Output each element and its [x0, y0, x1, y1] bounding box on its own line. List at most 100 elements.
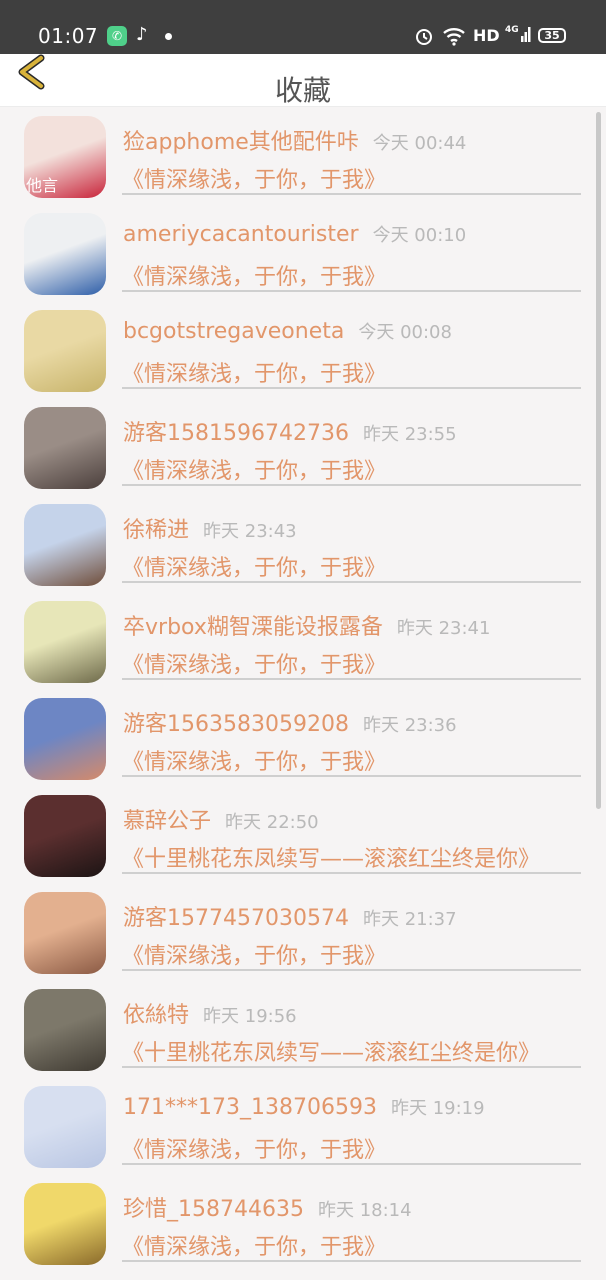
user-name[interactable]: 猃apphome其他配件咔: [123, 130, 359, 155]
avatar[interactable]: [24, 698, 106, 780]
user-name[interactable]: bcgotstregaveoneta: [123, 319, 344, 344]
list-item[interactable]: bcgotstregaveoneta 今天 00:08 《情深缘浅，于你，于我》: [0, 300, 606, 397]
timestamp: 今天 00:08: [358, 322, 452, 343]
avatar[interactable]: [24, 989, 106, 1071]
user-name[interactable]: 慕辞公子: [123, 809, 211, 834]
signal-icon: 4G: [505, 22, 531, 50]
list-item[interactable]: 珍惜_158744635 昨天 18:14 《情深缘浅，于你，于我》: [0, 1173, 606, 1270]
user-name[interactable]: 珍惜_158744635: [123, 1197, 304, 1222]
message-title[interactable]: 《情深缘浅，于你，于我》: [122, 1229, 386, 1261]
avatar[interactable]: [24, 1183, 106, 1265]
message-title[interactable]: 《情深缘浅，于你，于我》: [122, 647, 386, 679]
avatar[interactable]: [24, 407, 106, 489]
avatar[interactable]: [24, 795, 106, 877]
name-line: 卒vrbox糊智溧能设报露备 昨天 23:41: [123, 609, 490, 641]
app-header: 收藏: [0, 54, 606, 107]
name-line: 慕辞公子 昨天 22:50: [123, 803, 319, 835]
avatar[interactable]: [24, 310, 106, 392]
svg-text:4G: 4G: [505, 25, 519, 35]
divider: [122, 290, 581, 292]
wifi-icon: [442, 26, 466, 50]
avatar[interactable]: [24, 213, 106, 295]
name-line: 依絲特 昨天 19:56: [123, 997, 297, 1029]
message-title[interactable]: 《情深缘浅，于你，于我》: [122, 162, 386, 194]
avatar[interactable]: [24, 601, 106, 683]
list-item[interactable]: 游客1581596742736 昨天 23:55 《情深缘浅，于你，于我》: [0, 397, 606, 494]
phone-icon: ✆: [107, 26, 127, 46]
divider: [122, 193, 581, 195]
name-line: 游客1563583059208 昨天 23:36: [123, 706, 457, 738]
name-line: 游客1581596742736 昨天 23:55: [123, 415, 457, 447]
list-item[interactable]: 徐稀进 昨天 23:43 《情深缘浅，于你，于我》: [0, 494, 606, 591]
divider: [122, 775, 581, 777]
name-line: 游客1577457030574 昨天 21:37: [123, 900, 457, 932]
divider: [122, 1260, 581, 1262]
timestamp: 昨天 23:36: [362, 715, 457, 736]
battery-icon: 35: [538, 28, 566, 43]
timestamp: 昨天 19:19: [390, 1098, 485, 1119]
page-title: 收藏: [274, 74, 331, 107]
name-line: 171***173_138706593 昨天 19:19: [123, 1094, 485, 1120]
user-name[interactable]: 卒vrbox糊智溧能设报露备: [123, 615, 383, 640]
user-name[interactable]: 游客1563583059208: [123, 712, 349, 737]
list-item[interactable]: 游客1577457030574 昨天 21:37 《情深缘浅，于你，于我》: [0, 882, 606, 979]
divider: [122, 1163, 581, 1165]
notification-dot-icon: [165, 33, 172, 40]
divider: [122, 678, 581, 680]
list-item[interactable]: 171***173_138706593 昨天 19:19 《情深缘浅，于你，于我》: [0, 1076, 606, 1173]
list-item[interactable]: 卒vrbox糊智溧能设报露备 昨天 23:41 《情深缘浅，于你，于我》: [0, 591, 606, 688]
timestamp: 昨天 23:43: [203, 521, 297, 542]
list-item[interactable]: 他言 猃apphome其他配件咔 今天 00:44 《情深缘浅，于你，于我》: [0, 106, 606, 203]
alarm-icon: [414, 26, 434, 50]
user-name[interactable]: 游客1581596742736: [123, 421, 349, 446]
timestamp: 昨天 19:56: [203, 1006, 297, 1027]
status-bar: 01:07 ✆ ♪ HD 4G 35: [0, 0, 606, 54]
user-name[interactable]: 游客1577457030574: [123, 906, 349, 931]
favorites-list: 他言 猃apphome其他配件咔 今天 00:44 《情深缘浅，于你，于我》 ameri…: [0, 106, 606, 1270]
network-type: HD: [473, 26, 500, 45]
timestamp: 昨天 18:14: [317, 1200, 412, 1221]
divider: [122, 387, 581, 389]
timestamp: 今天 00:44: [372, 133, 467, 154]
message-title[interactable]: 《十里桃花东凤续写——滚滚红尘终是你》: [122, 841, 540, 873]
divider: [122, 581, 581, 583]
avatar[interactable]: 他言: [24, 116, 106, 198]
name-line: 猃apphome其他配件咔 今天 00:44: [123, 124, 466, 156]
message-title[interactable]: 《情深缘浅，于你，于我》: [122, 356, 386, 388]
user-name[interactable]: ameriycacantourister: [123, 222, 359, 247]
tiktok-icon: ♪: [136, 24, 148, 45]
timestamp: 昨天 23:41: [396, 618, 491, 639]
divider: [122, 872, 581, 874]
timestamp: 昨天 21:37: [362, 909, 457, 930]
message-title[interactable]: 《情深缘浅，于你，于我》: [122, 1132, 386, 1164]
status-time: 01:07: [38, 24, 99, 48]
message-title[interactable]: 《情深缘浅，于你，于我》: [122, 744, 386, 776]
user-name[interactable]: 171***173_138706593: [123, 1095, 377, 1120]
name-line: 徐稀进 昨天 23:43: [123, 512, 297, 544]
avatar[interactable]: [24, 504, 106, 586]
scrollbar[interactable]: [596, 112, 601, 809]
user-name[interactable]: 徐稀进: [123, 518, 189, 543]
name-line: 珍惜_158744635 昨天 18:14: [123, 1191, 412, 1223]
divider: [122, 484, 581, 486]
message-title[interactable]: 《情深缘浅，于你，于我》: [122, 550, 386, 582]
avatar-caption: 他言: [26, 176, 59, 195]
user-name[interactable]: 依絲特: [123, 1003, 189, 1028]
list-item[interactable]: 游客1563583059208 昨天 23:36 《情深缘浅，于你，于我》: [0, 688, 606, 785]
timestamp: 昨天 22:50: [225, 812, 319, 833]
message-title[interactable]: 《十里桃花东凤续写——滚滚红尘终是你》: [122, 1035, 540, 1067]
divider: [122, 1066, 581, 1068]
battery-level: 35: [544, 29, 560, 42]
message-title[interactable]: 《情深缘浅，于你，于我》: [122, 938, 386, 970]
list-item[interactable]: ameriycacantourister 今天 00:10 《情深缘浅，于你，于我》: [0, 203, 606, 300]
avatar[interactable]: [24, 892, 106, 974]
message-title[interactable]: 《情深缘浅，于你，于我》: [122, 259, 386, 291]
divider: [122, 969, 581, 971]
avatar[interactable]: [24, 1086, 106, 1168]
list-item[interactable]: 慕辞公子 昨天 22:50 《十里桃花东凤续写——滚滚红尘终是你》: [0, 785, 606, 882]
timestamp: 昨天 23:55: [362, 424, 457, 445]
list-item[interactable]: 依絲特 昨天 19:56 《十里桃花东凤续写——滚滚红尘终是你》: [0, 979, 606, 1076]
message-title[interactable]: 《情深缘浅，于你，于我》: [122, 453, 386, 485]
name-line: ameriycacantourister 今天 00:10: [123, 221, 466, 247]
timestamp: 今天 00:10: [372, 225, 467, 246]
